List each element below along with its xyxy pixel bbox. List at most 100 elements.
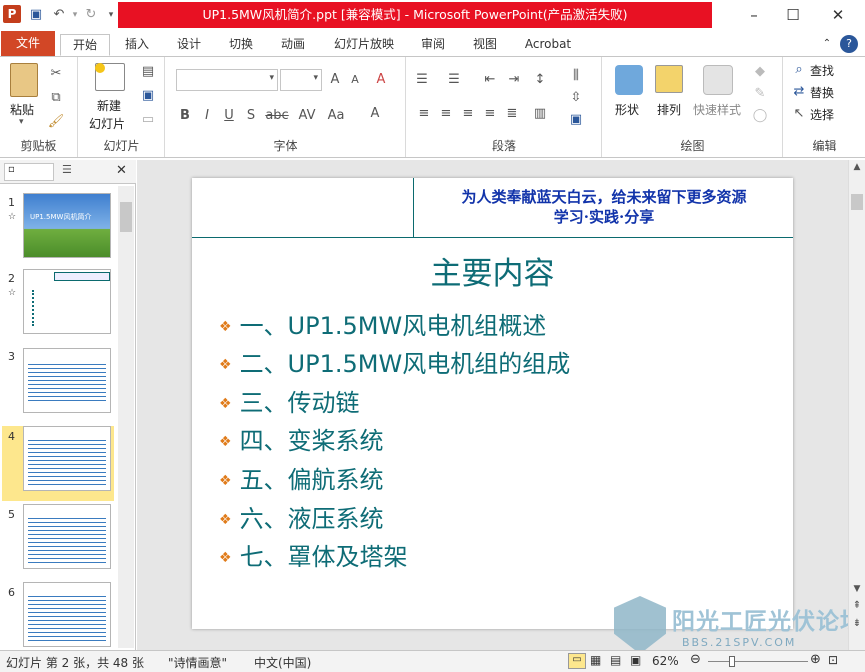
shape-outline-icon[interactable]: ✎ bbox=[751, 85, 769, 103]
shape-fill-icon[interactable]: ◆ bbox=[751, 63, 769, 81]
font-name-combo[interactable]: ▾ bbox=[176, 69, 278, 91]
slide-bullet[interactable]: ❖ 七、罩体及塔架 bbox=[219, 537, 408, 572]
slide-title[interactable]: 主要内容 bbox=[192, 248, 793, 293]
tab-view[interactable]: 视图 bbox=[468, 34, 502, 56]
replace-icon[interactable]: ⇄ bbox=[790, 83, 808, 101]
reset-icon[interactable]: ▣ bbox=[139, 87, 157, 105]
new-slide-label[interactable]: 新建 bbox=[97, 97, 121, 114]
tab-insert[interactable]: 插入 bbox=[118, 34, 156, 56]
decrease-indent-icon[interactable]: ⇤ bbox=[481, 71, 499, 89]
shadow-icon[interactable]: S bbox=[242, 107, 260, 125]
paste-dropdown-icon[interactable]: ▾ bbox=[19, 117, 24, 127]
align-left-icon[interactable]: ≡ bbox=[415, 105, 433, 123]
new-slide-label-2[interactable]: 幻灯片 bbox=[89, 115, 125, 132]
shapes-icon[interactable] bbox=[615, 65, 643, 95]
language-status[interactable]: 中文(中国) bbox=[254, 654, 311, 671]
slide-scroll-thumb[interactable] bbox=[851, 194, 863, 210]
previous-slide-icon[interactable]: ⇞ bbox=[850, 600, 864, 614]
minimize-button[interactable]: – bbox=[742, 4, 766, 26]
slide-canvas[interactable]: 为人类奉献蓝天白云，给未来留下更多资源 学习·实践·分享 主要内容 ❖ 一、UP1… bbox=[192, 178, 793, 629]
columns-icon[interactable]: ▥ bbox=[531, 105, 549, 123]
copy-icon[interactable]: ⧉ bbox=[47, 89, 65, 107]
tab-home[interactable]: 开始 bbox=[60, 34, 110, 56]
arrange-icon[interactable] bbox=[655, 65, 683, 93]
slide-thumb-1[interactable]: UP1.5MW风机简介 bbox=[23, 193, 111, 258]
save-icon[interactable]: ▣ bbox=[27, 6, 45, 24]
scroll-up-icon[interactable]: ▲ bbox=[850, 162, 864, 176]
tab-file[interactable]: 文件 bbox=[1, 31, 55, 56]
distribute-icon[interactable]: ≣ bbox=[503, 105, 521, 123]
align-text-icon[interactable]: ⇳ bbox=[567, 89, 585, 107]
collapse-ribbon-icon[interactable]: ⌃ bbox=[820, 34, 834, 56]
change-case-icon[interactable]: Aa bbox=[324, 107, 348, 125]
thumbnails-scroll-thumb[interactable] bbox=[120, 202, 132, 232]
tab-design[interactable]: 设计 bbox=[170, 34, 208, 56]
underline-icon[interactable]: U bbox=[220, 107, 238, 125]
paste-icon[interactable] bbox=[10, 63, 38, 97]
slide-thumb-2[interactable] bbox=[23, 269, 111, 334]
smartart-icon[interactable]: ▣ bbox=[567, 111, 585, 129]
paste-label[interactable]: 粘贴 bbox=[10, 101, 34, 118]
slide-thumb-6[interactable] bbox=[23, 582, 111, 647]
slide-bullet[interactable]: ❖ 五、偏航系统 bbox=[219, 460, 384, 495]
strikethrough-icon[interactable]: abc bbox=[264, 107, 290, 125]
tab-transitions[interactable]: 切换 bbox=[222, 34, 260, 56]
slide-bullet[interactable]: ❖ 六、液压系统 bbox=[219, 499, 384, 534]
quick-styles-label[interactable]: 快速样式 bbox=[693, 101, 741, 118]
fit-to-window-icon[interactable]: ⊡ bbox=[828, 653, 838, 667]
font-size-combo[interactable]: ▾ bbox=[280, 69, 322, 91]
bullets-icon[interactable]: ☰ bbox=[413, 71, 431, 89]
powerpoint-app-icon[interactable]: P bbox=[3, 5, 21, 23]
tab-slideshow[interactable]: 幻灯片放映 bbox=[330, 34, 398, 56]
shape-effects-icon[interactable]: ◯ bbox=[751, 107, 769, 125]
scroll-down-icon[interactable]: ▼ bbox=[850, 584, 864, 598]
arrange-label[interactable]: 排列 bbox=[657, 101, 681, 118]
clear-format-icon[interactable]: A bbox=[372, 71, 390, 89]
justify-icon[interactable]: ≡ bbox=[481, 105, 499, 123]
slide-bullet[interactable]: ❖ 四、变桨系统 bbox=[219, 421, 384, 456]
increase-font-icon[interactable]: A bbox=[326, 71, 344, 89]
layout-icon[interactable]: ▤ bbox=[139, 63, 157, 81]
maximize-button[interactable]: ☐ bbox=[781, 4, 805, 26]
slide-bullet[interactable]: ❖ 三、传动链 bbox=[219, 383, 360, 418]
tab-acrobat[interactable]: Acrobat bbox=[520, 34, 576, 56]
slide-scrollbar[interactable]: ▲ ▼ ⇞ ⇟ bbox=[848, 160, 865, 650]
slide-thumb-3[interactable] bbox=[23, 348, 111, 413]
slide-bullet[interactable]: ❖ 一、UP1.5MW风电机组概述 bbox=[219, 306, 546, 341]
slide-thumb-5[interactable] bbox=[23, 504, 111, 569]
reading-view-icon[interactable]: ▤ bbox=[610, 653, 621, 667]
slides-tab[interactable]: ▫ bbox=[4, 163, 54, 181]
increase-indent-icon[interactable]: ⇥ bbox=[505, 71, 523, 89]
text-direction-icon[interactable]: ⫼ bbox=[567, 67, 585, 85]
find-label[interactable]: 查找 bbox=[810, 62, 834, 79]
zoom-slider[interactable] bbox=[708, 661, 808, 662]
font-color-icon[interactable]: A bbox=[366, 105, 384, 123]
align-right-icon[interactable]: ≡ bbox=[459, 105, 477, 123]
close-pane-icon[interactable]: ✕ bbox=[116, 163, 127, 178]
zoom-out-icon[interactable]: ⊖ bbox=[690, 652, 701, 667]
normal-view-icon[interactable]: ▭ bbox=[568, 653, 586, 669]
redo-icon[interactable]: ↻ bbox=[82, 6, 100, 24]
tab-review[interactable]: 审阅 bbox=[416, 34, 450, 56]
line-spacing-icon[interactable]: ↕ bbox=[531, 71, 549, 89]
zoom-level[interactable]: 62% bbox=[652, 654, 679, 668]
outline-tab[interactable]: ☰ bbox=[56, 163, 106, 181]
theme-status[interactable]: "诗情画意" bbox=[168, 654, 227, 671]
replace-label[interactable]: 替换 bbox=[810, 84, 834, 101]
format-painter-icon[interactable]: 🖌 bbox=[47, 113, 65, 131]
align-center-icon[interactable]: ≡ bbox=[437, 105, 455, 123]
close-button[interactable]: ✕ bbox=[826, 4, 850, 26]
tab-animations[interactable]: 动画 bbox=[274, 34, 312, 56]
italic-icon[interactable]: I bbox=[198, 107, 216, 125]
numbering-icon[interactable]: ☰ bbox=[445, 71, 463, 89]
slideshow-icon[interactable]: ▣ bbox=[630, 653, 641, 667]
cut-icon[interactable]: ✂ bbox=[47, 65, 65, 83]
char-spacing-icon[interactable]: AV bbox=[296, 107, 318, 125]
thumbnails-scrollbar[interactable] bbox=[118, 186, 134, 648]
slide-thumb-4[interactable] bbox=[23, 426, 111, 491]
decrease-font-icon[interactable]: A bbox=[346, 71, 364, 89]
bold-icon[interactable]: B bbox=[176, 107, 194, 125]
select-icon[interactable]: ↖ bbox=[790, 105, 808, 123]
section-icon[interactable]: ▭ bbox=[139, 111, 157, 129]
help-icon[interactable]: ? bbox=[840, 35, 858, 53]
